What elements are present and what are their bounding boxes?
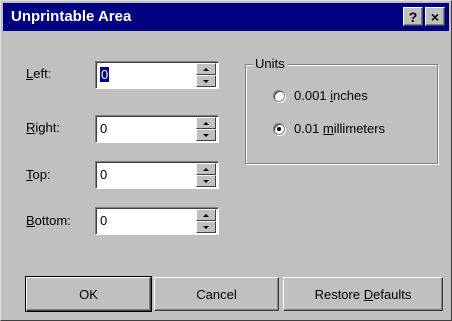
millimeters-label: 0.01 millimeters xyxy=(294,121,386,136)
bottom-value[interactable]: 0 xyxy=(100,213,107,228)
help-icon: ? xyxy=(408,8,418,25)
arrow-up-icon xyxy=(203,121,209,125)
top-value[interactable]: 0 xyxy=(100,167,107,182)
arrow-down-icon xyxy=(203,133,209,137)
arrow-up-icon xyxy=(203,213,209,217)
millimeters-radio[interactable] xyxy=(273,122,285,135)
close-icon: × xyxy=(430,8,440,25)
units-groupbox xyxy=(245,64,438,164)
left-value[interactable]: 0 xyxy=(100,67,110,82)
help-button[interactable]: ? xyxy=(403,7,423,26)
inches-option[interactable]: 0.001 inches xyxy=(273,88,368,103)
title-bar[interactable]: Unprintable Area ? × xyxy=(3,3,449,31)
top-label: Top: xyxy=(26,167,51,182)
top-spin-up-button[interactable] xyxy=(196,163,216,175)
left-spin-down-button[interactable] xyxy=(196,75,216,87)
right-spinner[interactable]: 0 xyxy=(95,115,219,143)
right-spin-down-button[interactable] xyxy=(196,129,216,141)
close-button[interactable]: × xyxy=(425,7,445,26)
left-spin-up-button[interactable] xyxy=(196,63,216,75)
right-spin-up-button[interactable] xyxy=(196,117,216,129)
bottom-spinner[interactable]: 0 xyxy=(95,207,219,235)
radio-selected-dot-icon xyxy=(277,126,281,131)
units-legend: Units xyxy=(253,56,287,71)
inches-radio[interactable] xyxy=(273,89,285,102)
cancel-button[interactable]: Cancel xyxy=(154,277,279,311)
ok-button[interactable]: OK xyxy=(25,276,152,312)
bottom-spin-up-button[interactable] xyxy=(196,209,216,221)
top-spin-down-button[interactable] xyxy=(196,175,216,187)
arrow-down-icon xyxy=(203,79,209,83)
arrow-up-icon xyxy=(203,67,209,71)
right-label: Right: xyxy=(26,120,60,135)
millimeters-option[interactable]: 0.01 millimeters xyxy=(273,121,385,136)
bottom-spin-down-button[interactable] xyxy=(196,221,216,233)
arrow-up-icon xyxy=(203,167,209,171)
inches-label: 0.001 inches xyxy=(294,88,368,103)
restore-defaults-label: Restore Defaults xyxy=(314,286,412,302)
cancel-button-label: Cancel xyxy=(196,286,237,302)
left-spinner[interactable]: 0 xyxy=(95,61,219,89)
arrow-down-icon xyxy=(203,225,209,229)
arrow-down-icon xyxy=(203,179,209,183)
ok-button-label: OK xyxy=(79,286,98,302)
restore-defaults-button[interactable]: Restore Defaults xyxy=(283,277,443,311)
right-value[interactable]: 0 xyxy=(100,121,107,136)
window-title: Unprintable Area xyxy=(11,8,132,25)
top-spinner[interactable]: 0 xyxy=(95,161,219,189)
bottom-label: Bottom: xyxy=(26,213,71,228)
left-label: Left: xyxy=(26,66,52,81)
unprintable-area-dialog: Unprintable Area ? × Left: 0 Right: 0 To… xyxy=(0,0,452,321)
